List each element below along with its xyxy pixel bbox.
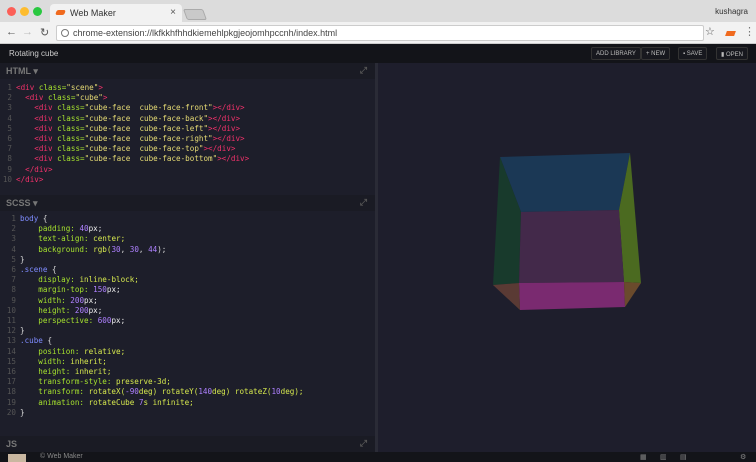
- cube-face-bottom-left: [493, 283, 520, 310]
- preview-cube: [493, 153, 641, 310]
- footer-brand[interactable]: © Web Maker: [40, 453, 83, 460]
- cube-face-bottom-right: [624, 282, 641, 307]
- cube-face-bottom: [519, 282, 625, 310]
- layout-icon[interactable]: ▦: [640, 453, 647, 461]
- cube-face-front: [519, 210, 624, 283]
- cube-face-top: [500, 153, 630, 212]
- footer: © Web Maker ▦ ▥ ▤ ⚙: [0, 452, 756, 462]
- web-maker-logo: [8, 454, 26, 462]
- settings-icon[interactable]: ⚙: [740, 453, 746, 461]
- layout-grid-icon[interactable]: ▤: [680, 453, 687, 461]
- layout-columns-icon[interactable]: ▥: [660, 453, 667, 461]
